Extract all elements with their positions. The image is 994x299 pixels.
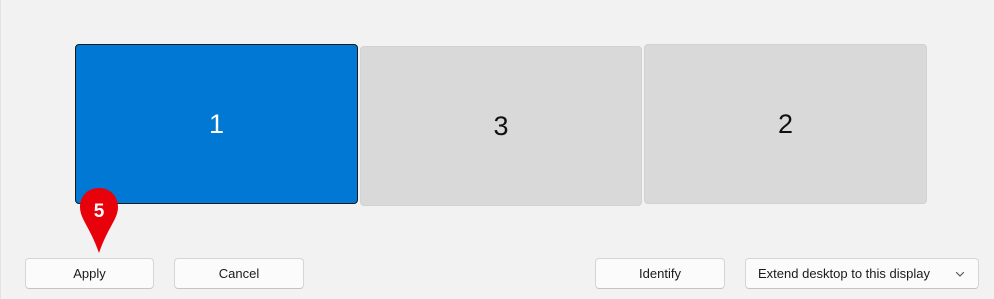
monitor-3[interactable]: 3 — [360, 46, 642, 206]
monitor-3-label: 3 — [493, 110, 509, 141]
apply-button[interactable]: Apply — [25, 258, 154, 289]
identify-button[interactable]: Identify — [595, 258, 725, 289]
monitor-2[interactable]: 2 — [644, 44, 927, 204]
monitor-1[interactable]: 1 — [75, 44, 358, 204]
display-mode-value: Extend desktop to this display — [758, 266, 930, 281]
display-arrangement-panel: 1 3 2 Apply Cancel Identify Extend deskt… — [0, 0, 994, 299]
cancel-button[interactable]: Cancel — [174, 258, 304, 289]
monitor-2-label: 2 — [777, 108, 794, 139]
display-mode-dropdown[interactable]: Extend desktop to this display — [745, 258, 979, 289]
step-number-label: 5 — [93, 201, 105, 222]
monitor-1-label: 1 — [208, 108, 225, 139]
chevron-down-icon — [955, 271, 965, 277]
